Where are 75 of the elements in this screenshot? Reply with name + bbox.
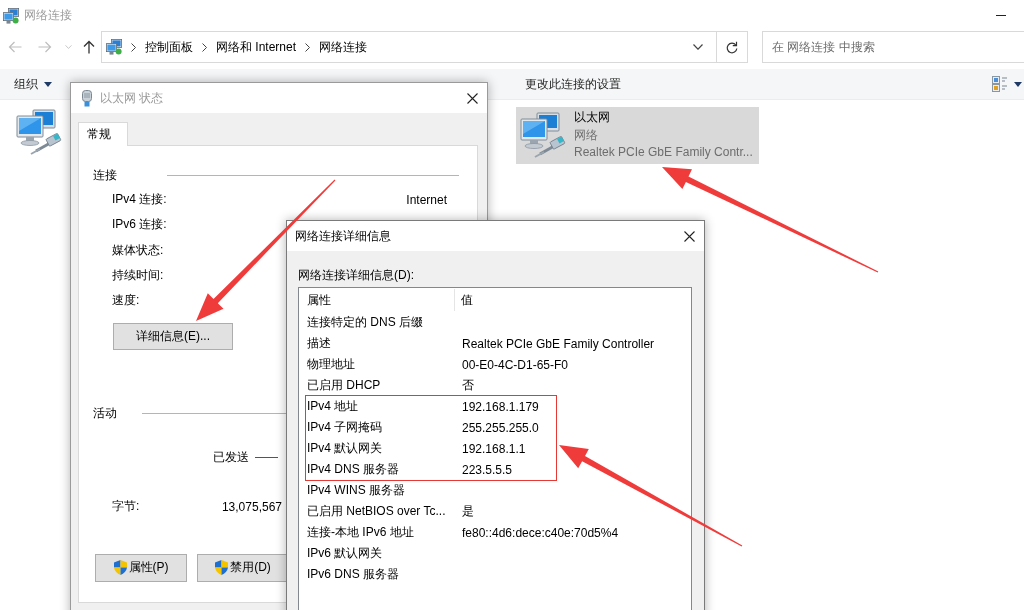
property-cell-text: IPv4 地址 xyxy=(306,398,360,415)
property-cell-text: IPv4 默认网关 xyxy=(306,440,384,457)
field-label: 持续时间: xyxy=(112,267,164,285)
field-label: 速度: xyxy=(112,292,140,310)
value-cell-text: 是 xyxy=(461,503,475,520)
caret-icon xyxy=(44,81,52,87)
forward-icon xyxy=(38,41,52,53)
column-header[interactable]: 属性 xyxy=(299,289,455,311)
breadcrumb-item[interactable]: 网络和 Internet xyxy=(216,38,297,56)
close-icon xyxy=(466,92,478,104)
field-value: Internet xyxy=(406,192,447,207)
breadcrumb-item[interactable]: 网络连接 xyxy=(319,38,368,56)
group-heading: 活动 xyxy=(93,405,118,423)
value-cell-text: 00-E0-4C-D1-65-F0 xyxy=(461,357,570,372)
value-cell-text: 223.5.5.5 xyxy=(461,462,514,477)
field-label: 媒体状态: xyxy=(112,241,164,259)
network-adapter-icon xyxy=(16,109,62,155)
value-cell-text: Realtek PCIe GbE Family Controller xyxy=(461,336,656,351)
property-cell-text: IPv4 WINS 服务器 xyxy=(306,482,406,499)
value-cell-text: 255.255.255.0 xyxy=(461,420,540,435)
property-cell-text: IPv4 子网掩码 xyxy=(306,419,384,436)
dialog-button[interactable]: 禁用(D) xyxy=(197,554,289,582)
chevron-down-icon xyxy=(64,45,72,49)
value-cell-text: fe80::4d6:dece:c40e:70d5%4 xyxy=(461,525,620,540)
dialog-title: 以太网 状态 xyxy=(100,89,164,107)
breadcrumb-item[interactable]: 控制面板 xyxy=(145,38,193,56)
network-adapter-icon xyxy=(520,112,566,159)
connection-status: 网络 xyxy=(574,126,599,144)
property-cell-text: IPv6 默认网关 xyxy=(306,545,384,562)
property-cell-text: 连接特定的 DNS 后缀 xyxy=(306,314,424,331)
toolbar-button[interactable]: 更改此连接的设置 xyxy=(519,69,627,99)
list-label: 网络连接详细信息(D): xyxy=(298,267,415,283)
search-field[interactable]: 在 网络连接 中搜索 xyxy=(762,31,1024,63)
property-cell-text: 已启用 DHCP xyxy=(306,377,382,394)
chevron-right-icon xyxy=(131,42,136,52)
network-icon xyxy=(106,39,122,55)
bytes-value: 13,075,567 xyxy=(221,500,282,514)
property-cell-text: IPv4 DNS 服务器 xyxy=(306,461,400,478)
back-icon xyxy=(8,41,22,53)
dialog-title: 网络连接详细信息 xyxy=(295,227,391,245)
chevron-right-icon xyxy=(202,42,207,52)
refresh-button[interactable] xyxy=(717,31,748,63)
value-cell-text: 192.168.1.179 xyxy=(461,399,540,414)
connection-name: 以太网 xyxy=(574,109,611,126)
group-heading: 连接 xyxy=(93,166,118,184)
chevron-right-icon xyxy=(305,42,311,52)
caret-icon xyxy=(1013,81,1022,87)
value-cell-text: 否 xyxy=(461,377,475,394)
view-icon xyxy=(991,76,1008,92)
property-cell-text: 连接-本地 IPv6 地址 xyxy=(306,524,415,541)
adapter-name: Realtek PCIe GbE Family Contr... xyxy=(574,144,753,161)
column-header[interactable]: 值 xyxy=(455,289,691,311)
refresh-icon xyxy=(726,40,738,54)
field-label: IPv4 连接: xyxy=(112,191,167,209)
up-arrow-icon xyxy=(83,40,95,54)
toolbar-button[interactable]: 组织 xyxy=(8,69,58,99)
network-icon xyxy=(3,7,19,24)
minimize-icon xyxy=(996,15,1006,16)
window-title: 网络连接 xyxy=(24,7,72,24)
chevron-down-icon xyxy=(693,44,703,50)
field-label: IPv6 连接: xyxy=(112,216,167,234)
tab[interactable]: 常规 xyxy=(78,122,128,146)
value-cell-text: 192.168.1.1 xyxy=(461,441,527,456)
property-cell-text: 描述 xyxy=(306,335,332,352)
details-button[interactable]: 详细信息(E)... xyxy=(113,323,233,351)
address-bar[interactable]: 控制面板 网络和 Internet 网络连接 xyxy=(101,31,717,63)
plug-icon xyxy=(82,89,92,107)
close-icon xyxy=(683,230,695,242)
property-cell-text: 已启用 NetBIOS over Tc... xyxy=(306,503,447,520)
connection-item[interactable]: 以太网 网络 Realtek PCIe GbE Family Contr... xyxy=(516,107,759,164)
property-cell-text: 物理地址 xyxy=(306,356,356,373)
bytes-label: 字节: xyxy=(112,498,140,516)
property-cell-text: IPv6 DNS 服务器 xyxy=(306,566,400,583)
dialog-button[interactable]: 属性(P) xyxy=(95,554,187,582)
sent-label: 已发送 xyxy=(213,449,249,467)
